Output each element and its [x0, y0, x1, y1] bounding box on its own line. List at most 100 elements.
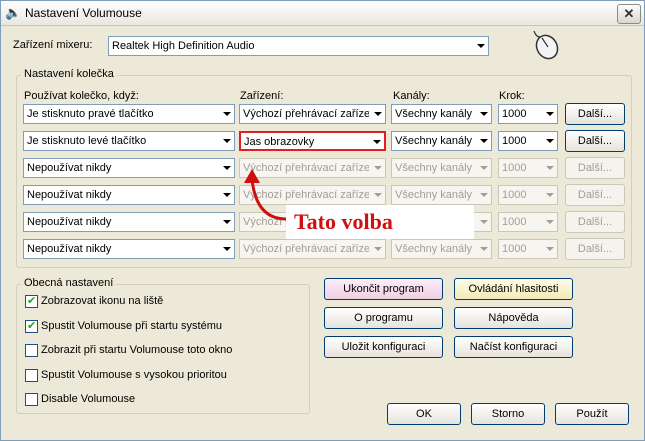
use-condition-select[interactable]: Nepoužívat nikdy — [23, 158, 235, 178]
option-label: Spustit Volumouse s vysokou prioritou — [41, 368, 227, 381]
use-condition-select[interactable]: Je stisknuto pravé tlačítko — [23, 104, 235, 124]
chevron-down-icon — [374, 247, 382, 251]
chevron-down-icon — [373, 140, 381, 144]
device-select[interactable]: Výchozí přehrávací zaříze — [239, 104, 386, 124]
chevron-down-icon — [546, 166, 554, 170]
more-button[interactable]: Další... — [565, 238, 625, 260]
step-select-value: 1000 — [502, 216, 527, 228]
option-checkbox[interactable] — [25, 294, 38, 308]
close-button[interactable]: ✕ — [617, 4, 641, 24]
window-title: Nastavení Volumouse — [25, 6, 142, 20]
ok-button[interactable]: OK — [387, 403, 461, 425]
channels-select-value: Všechny kanály — [395, 108, 473, 120]
step-select-value: 1000 — [502, 243, 527, 255]
chevron-down-icon — [223, 112, 231, 116]
channels-select[interactable]: Všechny kanály — [391, 239, 492, 259]
step-select[interactable]: 1000 — [498, 158, 558, 178]
step-select[interactable]: 1000 — [498, 212, 558, 232]
channels-select-value: Všechny kanály — [395, 135, 473, 147]
step-select[interactable]: 1000 — [498, 185, 558, 205]
chevron-down-icon — [374, 193, 382, 197]
more-button[interactable]: Další... — [565, 103, 625, 125]
channels-select-value: Všechny kanály — [395, 243, 473, 255]
use-condition-select[interactable]: Nepoužívat nikdy — [23, 185, 235, 205]
chevron-down-icon — [546, 247, 554, 251]
step-select[interactable]: 1000 — [498, 104, 558, 124]
chevron-down-icon — [480, 220, 488, 224]
speaker-icon: 🔈 — [5, 5, 22, 20]
step-select[interactable]: 1000 — [498, 239, 558, 259]
step-select[interactable]: 1000 — [498, 131, 558, 151]
device-select[interactable]: Jas obrazovky — [239, 131, 386, 151]
title-bar[interactable]: 🔈 Nastavení Volumouse ✕ — [1, 1, 644, 26]
channels-select-value: Všechny kanály — [395, 162, 473, 174]
option-checkbox[interactable] — [25, 344, 38, 357]
more-button[interactable]: Další... — [565, 211, 625, 233]
step-select-value: 1000 — [502, 189, 527, 201]
option-label: Zobrazovat ikonu na liště — [41, 295, 164, 307]
step-select-value: 1000 — [502, 108, 527, 120]
device-select-value: Výchozí přehrávací zaříze — [243, 108, 369, 120]
col-device-header: Zařízení: — [240, 90, 284, 102]
chevron-down-icon — [480, 166, 488, 170]
wheel-settings-title: Nastavení kolečka — [21, 68, 117, 80]
chevron-down-icon — [223, 247, 231, 251]
about-button[interactable]: O programu — [324, 307, 443, 329]
channels-select[interactable]: Všechny kanály — [391, 158, 492, 178]
more-button[interactable]: Další... — [565, 130, 625, 152]
chevron-down-icon — [480, 247, 488, 251]
step-select-value: 1000 — [502, 162, 527, 174]
use-condition-select-value: Nepoužívat nikdy — [27, 189, 112, 201]
option-label: Zobrazit při startu Volumouse toto okno — [41, 344, 233, 356]
option-checkbox[interactable] — [25, 368, 38, 382]
device-select-value: Výchozí přehrávací zaříze — [243, 243, 369, 255]
option-label: Spustit Volumouse při startu systému — [41, 319, 222, 332]
more-button[interactable]: Další... — [565, 157, 625, 179]
channels-select[interactable]: Všechny kanály — [391, 131, 492, 151]
chevron-down-icon — [546, 193, 554, 197]
use-condition-select-value: Je stisknuto levé tlačítko — [27, 135, 147, 147]
col-use-header: Používat kolečko, když: — [24, 90, 139, 102]
use-condition-select-value: Nepoužívat nikdy — [27, 243, 112, 255]
general-settings-title: Obecná nastavení — [21, 277, 117, 289]
option-checkbox[interactable] — [25, 393, 38, 406]
chevron-down-icon — [374, 112, 382, 116]
mixer-select[interactable]: Realtek High Definition Audio — [108, 36, 489, 56]
use-condition-select-value: Je stisknuto pravé tlačítko — [27, 108, 154, 120]
help-button[interactable]: Nápověda — [454, 307, 573, 329]
chevron-down-icon — [480, 112, 488, 116]
option-checkbox[interactable] — [25, 319, 38, 333]
chevron-down-icon — [546, 220, 554, 224]
device-select[interactable]: Výchozí přehrávací zaříze — [239, 239, 386, 259]
volume-control-button[interactable]: Ovládání hlasitosti — [454, 278, 573, 300]
chevron-down-icon — [480, 193, 488, 197]
use-condition-select-value: Nepoužívat nikdy — [27, 162, 112, 174]
chevron-down-icon — [480, 139, 488, 143]
chevron-down-icon — [546, 139, 554, 143]
channels-select[interactable]: Všechny kanály — [391, 185, 492, 205]
exit-program-button[interactable]: Ukončit program — [324, 278, 443, 300]
device-select-value: Jas obrazovky — [244, 136, 315, 148]
load-config-button[interactable]: Načíst konfiguraci — [454, 336, 573, 358]
settings-window: 🔈 Nastavení Volumouse ✕ Zařízení mixeru:… — [0, 0, 645, 441]
mouse-icon — [533, 30, 559, 60]
chevron-down-icon — [546, 112, 554, 116]
annotation-callout: Tato volba — [286, 205, 474, 239]
chevron-down-icon — [374, 166, 382, 170]
col-channels-header: Kanály: — [393, 90, 430, 102]
channels-select[interactable]: Všechny kanály — [391, 104, 492, 124]
cancel-button[interactable]: Storno — [471, 403, 545, 425]
save-config-button[interactable]: Uložit konfiguraci — [324, 336, 443, 358]
use-condition-select[interactable]: Je stisknuto levé tlačítko — [23, 131, 235, 151]
more-button[interactable]: Další... — [565, 184, 625, 206]
annotation-text: Tato volba — [294, 209, 393, 234]
use-condition-select[interactable]: Nepoužívat nikdy — [23, 239, 235, 259]
option-label: Disable Volumouse — [41, 393, 136, 405]
step-select-value: 1000 — [502, 135, 527, 147]
mixer-select-value: Realtek High Definition Audio — [112, 40, 255, 52]
mixer-label: Zařízení mixeru: — [13, 39, 93, 51]
chevron-down-icon — [477, 44, 485, 48]
apply-button[interactable]: Použít — [555, 403, 629, 425]
use-condition-select[interactable]: Nepoužívat nikdy — [23, 212, 235, 232]
chevron-down-icon — [223, 139, 231, 143]
